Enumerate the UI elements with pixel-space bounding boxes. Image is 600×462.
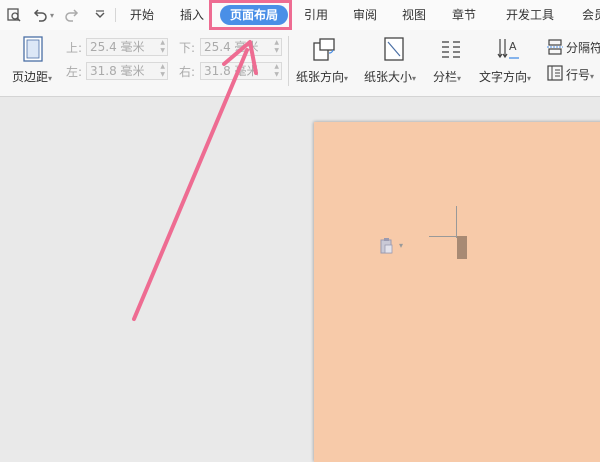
customize-icon[interactable] (92, 7, 108, 23)
spinner-arrows-icon[interactable]: ▲ ▼ (274, 63, 279, 79)
spinner-arrows-icon[interactable]: ▲ ▼ (160, 63, 165, 79)
page-margins-label: 页边距 (12, 70, 49, 84)
margin-corner-mark (429, 236, 457, 237)
paste-options-dropdown-icon[interactable]: ▾ (399, 241, 403, 250)
tab-review[interactable]: 审阅 (353, 5, 377, 25)
text-direction-button[interactable]: 文字方向▾ (479, 68, 531, 85)
ribbon-toolbar: 页边距▾ 上: 25.4 毫米 ▲ ▼ 下: 25.4 毫米 ▲ ▼ 左: 31.8… (0, 30, 600, 97)
margin-bottom-label: 下: (179, 41, 196, 55)
line-number-icon[interactable] (547, 65, 563, 84)
text-direction-icon[interactable]: A (496, 36, 520, 65)
page-margins-button[interactable]: 页边距▾ (12, 68, 52, 85)
margin-top-field[interactable]: 25.4 毫米 ▲ ▼ (86, 38, 168, 56)
line-number-button[interactable]: 行号▾ (566, 66, 594, 83)
tab-member[interactable]: 会员 (582, 5, 600, 25)
annotation-highlight-box (209, 0, 292, 30)
paste-options-icon[interactable] (380, 238, 394, 257)
redo-icon[interactable] (64, 7, 80, 23)
ribbon-divider (288, 36, 289, 86)
orientation-icon[interactable] (311, 36, 337, 65)
margin-right-field[interactable]: 31.8 毫米 ▲ ▼ (200, 62, 282, 80)
columns-icon[interactable] (440, 38, 462, 63)
columns-button[interactable]: 分栏▾ (433, 68, 461, 85)
tab-references[interactable]: 引用 (304, 5, 328, 25)
undo-dropdown-icon[interactable]: ▾ (50, 11, 54, 20)
menu-bar: ▾ 开始 插入 页面布局 引用 审阅 视图 章节 开发工具 会员 (0, 0, 600, 30)
svg-text:A: A (509, 40, 517, 53)
orientation-button[interactable]: 纸张方向▾ (296, 68, 348, 85)
tab-chapter[interactable]: 章节 (452, 5, 476, 25)
spinner-arrows-icon[interactable]: ▲ ▼ (160, 39, 165, 55)
spinner-arrows-icon[interactable]: ▲ ▼ (274, 39, 279, 55)
paper-size-icon[interactable] (383, 36, 405, 65)
page-margins-icon[interactable] (22, 36, 44, 65)
tab-developer-tools[interactable]: 开发工具 (506, 5, 554, 25)
margin-bottom-field[interactable]: 25.4 毫米 ▲ ▼ (200, 38, 282, 56)
margin-right-label: 右: (179, 65, 196, 79)
tab-insert[interactable]: 插入 (180, 5, 204, 25)
orientation-label: 纸张方向 (296, 70, 345, 84)
print-preview-icon[interactable] (6, 7, 22, 23)
document-page[interactable]: ▾ (314, 122, 600, 462)
margin-left-label: 左: (66, 65, 83, 79)
columns-label: 分栏 (433, 70, 458, 84)
margin-right-value: 31.8 毫米 (204, 64, 259, 78)
margin-left-value: 31.8 毫米 (90, 64, 145, 78)
line-number-label: 行号 (566, 68, 591, 82)
text-direction-label: 文字方向 (479, 70, 528, 84)
margin-left-field[interactable]: 31.8 毫米 ▲ ▼ (86, 62, 168, 80)
margin-top-label: 上: (66, 41, 83, 55)
text-cursor (457, 236, 467, 259)
undo-icon[interactable] (32, 7, 48, 23)
margin-corner-mark (456, 206, 457, 238)
separator-icon[interactable] (547, 39, 563, 58)
separator-label[interactable]: 分隔符 (566, 39, 600, 56)
paper-size-label: 纸张大小 (364, 70, 413, 84)
tab-home[interactable]: 开始 (130, 5, 154, 25)
paper-size-button[interactable]: 纸张大小▾ (364, 68, 416, 85)
menu-divider (115, 8, 116, 22)
margin-top-value: 25.4 毫米 (90, 40, 145, 54)
margin-bottom-value: 25.4 毫米 (204, 40, 259, 54)
tab-view[interactable]: 视图 (402, 5, 426, 25)
